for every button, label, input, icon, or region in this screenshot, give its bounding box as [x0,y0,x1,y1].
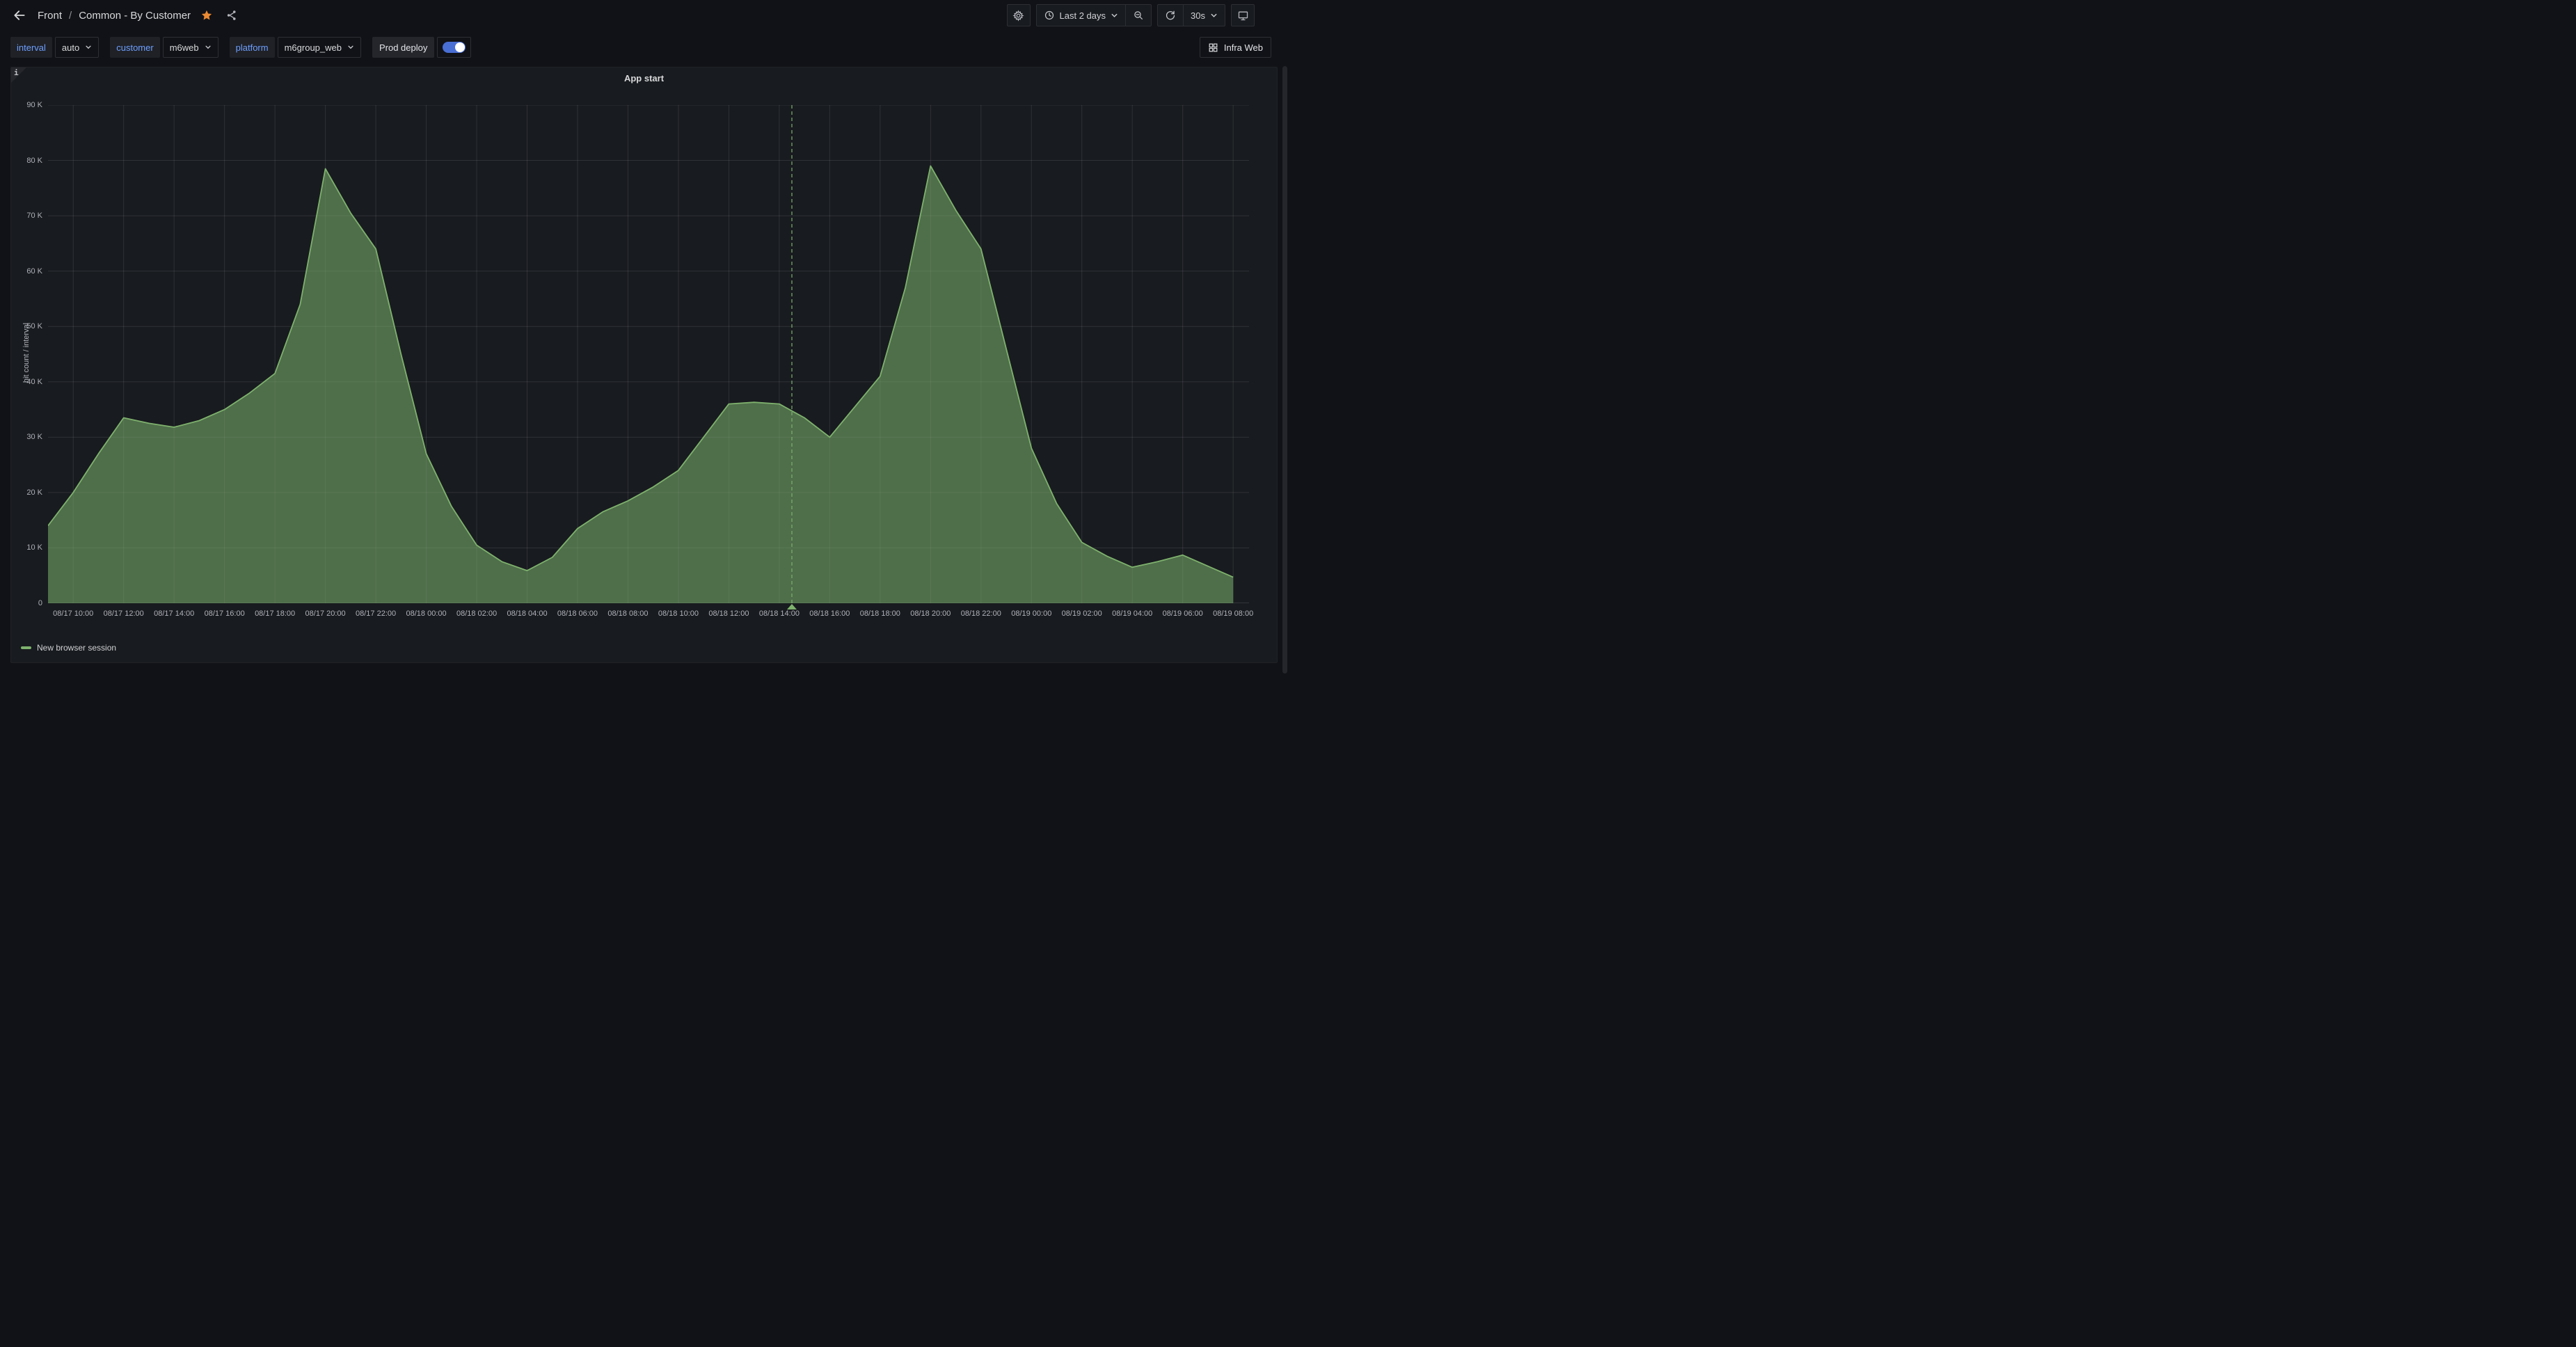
infra-web-label: Infra Web [1224,42,1263,53]
prod-deploy-control: Prod deploy [372,37,471,58]
time-range-label: Last 2 days [1060,10,1106,21]
prod-deploy-toggle[interactable] [437,37,471,58]
time-range-picker[interactable]: Last 2 days [1037,5,1126,26]
variable-platform-value: m6group_web [285,42,342,53]
panel-app-start: i App start hit count / interval 010 K20… [10,67,1278,663]
chevron-down-icon [347,44,354,51]
chevron-down-icon [1111,12,1118,19]
back-button[interactable] [8,4,31,26]
variable-interval-label: interval [10,37,52,58]
variable-platform-label: platform [230,37,275,58]
star-icon [200,9,213,22]
y-tick-label: 10 K [10,543,42,552]
scrollbar[interactable] [1282,66,1287,674]
y-axis-title: hit count / interval [22,144,31,561]
variable-platform-dropdown[interactable]: m6group_web [278,37,361,58]
y-tick-label: 30 K [10,433,42,441]
annotation-marker-icon[interactable] [787,604,797,609]
zoom-out-button[interactable] [1126,5,1151,26]
toggle-knob [455,42,465,52]
monitor-icon [1237,10,1249,22]
breadcrumb-separator: / [69,10,72,22]
y-tick-label: 40 K [10,378,42,386]
infra-web-button[interactable]: Infra Web [1200,37,1271,58]
chevron-down-icon [1210,12,1218,19]
kiosk-mode-button[interactable] [1231,4,1255,26]
dashboard-submenu: interval auto customer m6web platform m6… [0,31,1288,64]
y-tick-label: 90 K [10,101,42,109]
legend-swatch-icon [21,646,31,649]
variable-customer-label: customer [110,37,159,58]
y-tick-label: 60 K [10,267,42,276]
variable-interval: interval auto [10,37,99,58]
clock-icon [1044,10,1055,21]
variable-platform: platform m6group_web [230,37,361,58]
toggle-switch-on [443,42,466,53]
chevron-down-icon [205,44,212,51]
variable-customer-value: m6web [170,42,199,53]
chart-area: hit count / interval 0 10 K 20 K 30 K 40 K 50… [11,67,1277,662]
y-tick-label: 0 [10,599,42,607]
y-tick-label: 20 K [10,488,42,497]
arrow-left-icon [13,8,26,22]
refresh-interval-dropdown[interactable]: 30s [1184,5,1225,26]
variable-interval-dropdown[interactable]: auto [55,37,99,58]
refresh-icon [1165,10,1176,21]
y-tick-label: 50 K [10,322,42,330]
share-button[interactable] [223,6,241,24]
legend-item-new-browser-session[interactable]: New browser session [21,643,116,653]
top-nav-bar: Front / Common - By Customer [0,0,1288,31]
y-tick-label: 70 K [10,212,42,220]
time-picker-group: Last 2 days [1036,4,1152,26]
legend-label: New browser session [37,643,116,653]
chart-plot[interactable] [48,105,1249,603]
grid-2x2-icon [1208,42,1218,53]
variable-customer: customer m6web [110,37,218,58]
breadcrumb-page-title[interactable]: Common - By Customer [79,10,191,22]
prod-deploy-label: Prod deploy [372,37,434,58]
refresh-group: 30s [1157,4,1225,26]
share-icon [225,9,238,22]
magnifier-minus-icon [1133,10,1144,21]
variable-customer-dropdown[interactable]: m6web [163,37,218,58]
x-tick-label: 08/19 08:00 [1200,609,1266,618]
refresh-interval-label: 30s [1191,10,1205,21]
refresh-button[interactable] [1158,5,1183,26]
dashboard-settings-button[interactable] [1007,4,1031,26]
breadcrumb-root[interactable]: Front [38,10,62,22]
favorite-button[interactable] [198,6,216,24]
gear-icon [1012,10,1024,22]
breadcrumb: Front / Common - By Customer [38,10,191,22]
y-tick-label: 80 K [10,157,42,165]
chevron-down-icon [85,44,92,51]
variable-interval-value: auto [62,42,79,53]
